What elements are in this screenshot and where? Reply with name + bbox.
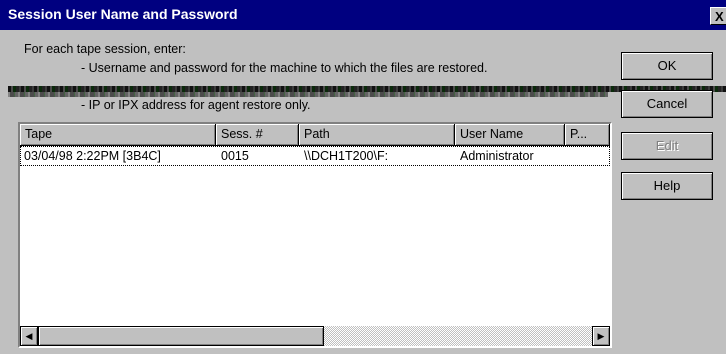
cancel-button[interactable]: Cancel [621, 90, 713, 118]
column-header-user-name[interactable]: User Name [455, 124, 565, 146]
cell-tape: 03/04/98 2:22PM [3B4C] [24, 149, 161, 163]
column-header-session[interactable]: Sess. # [216, 124, 299, 146]
column-header-tape[interactable]: Tape [20, 124, 216, 146]
column-header-path[interactable]: Path [299, 124, 455, 146]
scroll-thumb[interactable] [38, 326, 324, 346]
instruction-line-4: - IP or IPX address for agent restore on… [81, 98, 311, 112]
session-list[interactable]: Tape Sess. # Path User Name P... 03/04/9… [18, 122, 612, 348]
title-bar: Session User Name and Password X [0, 0, 726, 30]
edit-button[interactable]: Edit [621, 132, 713, 160]
cell-user-name: Administrator [460, 149, 534, 163]
close-button[interactable]: X [710, 7, 726, 25]
window-title: Session User Name and Password [8, 6, 238, 22]
rendering-artifact-2 [8, 92, 608, 97]
horizontal-scrollbar[interactable]: ◀ ▶ [20, 326, 610, 346]
help-button[interactable]: Help [621, 172, 713, 200]
cell-session: 0015 [221, 149, 249, 163]
instruction-line-2: - Username and password for the machine … [81, 61, 488, 75]
column-header-password[interactable]: P... [565, 124, 610, 146]
ok-button[interactable]: OK [621, 52, 713, 80]
scroll-right-icon[interactable]: ▶ [592, 326, 610, 346]
scroll-left-icon[interactable]: ◀ [20, 326, 38, 346]
table-row[interactable]: 03/04/98 2:22PM [3B4C] 0015 \\DCH1T200\F… [20, 146, 610, 166]
cell-path: \\DCH1T200\F: [304, 149, 389, 163]
instruction-line-1: For each tape session, enter: [24, 42, 186, 56]
